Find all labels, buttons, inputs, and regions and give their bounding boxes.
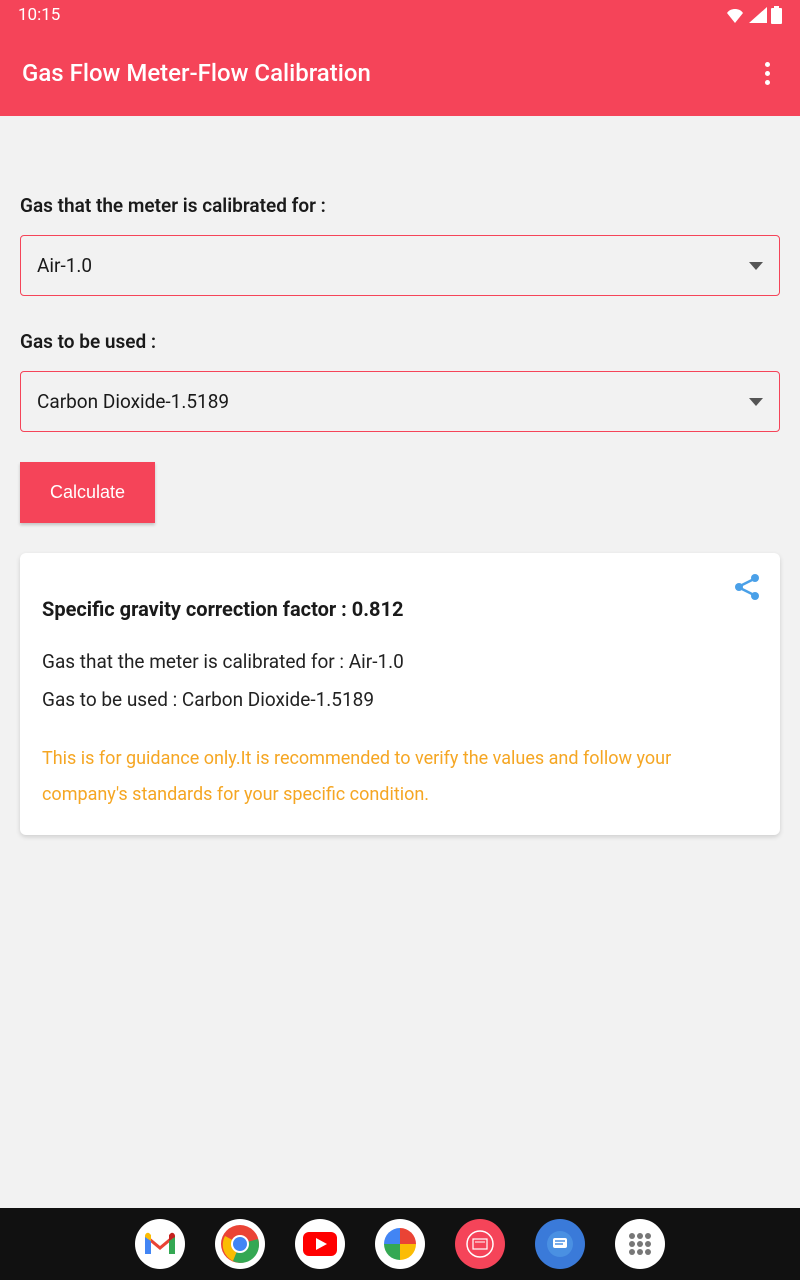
battery-icon [771,6,782,24]
share-icon[interactable] [734,573,760,605]
status-time: 10:15 [18,5,60,25]
app-messages-icon[interactable] [535,1219,585,1269]
result-title: Specific gravity correction factor : 0.8… [42,597,758,621]
signal-icon [749,7,767,23]
navigation-bar [0,1208,800,1280]
status-bar: 10:15 [0,0,800,30]
result-calibrated-for: Gas that the meter is calibrated for : A… [42,643,758,681]
wifi-icon [725,7,745,23]
menu-overflow-icon[interactable] [757,54,778,93]
app-chrome-icon[interactable] [215,1219,265,1269]
label-calibrated-for: Gas that the meter is calibrated for : [20,194,780,217]
app-youtube-icon[interactable] [295,1219,345,1269]
app-drawer-icon[interactable] [615,1219,665,1269]
dropdown-gas-to-be-used-value: Carbon Dioxide-1.5189 [37,390,229,413]
chevron-down-icon [749,398,763,406]
calculate-button[interactable]: Calculate [20,462,155,523]
dropdown-calibrated-for[interactable]: Air-1.0 [20,235,780,296]
main-content: Gas that the meter is calibrated for : A… [0,116,800,1208]
chevron-down-icon [749,262,763,270]
app-title: Gas Flow Meter-Flow Calibration [22,59,371,87]
label-gas-to-be-used: Gas to be used : [20,330,780,353]
dropdown-calibrated-for-value: Air-1.0 [37,254,92,277]
app-photos-icon[interactable] [375,1219,425,1269]
dropdown-gas-to-be-used[interactable]: Carbon Dioxide-1.5189 [20,371,780,432]
app-gmail-icon[interactable] [135,1219,185,1269]
status-icons [725,6,782,24]
result-disclaimer: This is for guidance only.It is recommen… [42,741,758,813]
result-gas-used: Gas to be used : Carbon Dioxide-1.5189 [42,681,758,719]
app-bar: Gas Flow Meter-Flow Calibration [0,30,800,116]
result-card: Specific gravity correction factor : 0.8… [20,553,780,835]
app-current-icon[interactable] [455,1219,505,1269]
